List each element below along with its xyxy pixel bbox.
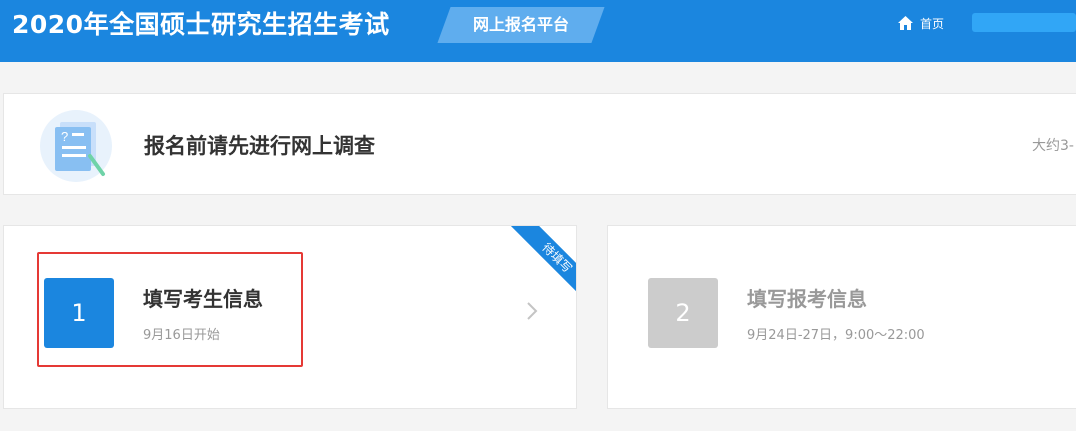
survey-title: 报名前请先进行网上调查 [144, 134, 375, 158]
highlight-annotation-box [37, 252, 303, 367]
step-title: 填写报考信息 [747, 287, 867, 311]
step-card-fill-candidate-info[interactable]: 1 填写考生信息 9月16日开始 待填写 [3, 225, 577, 409]
home-icon [898, 16, 913, 30]
top-header: 2020年全国硕士研究生招生考试 网上报名平台 首页 [0, 0, 1076, 62]
status-ribbon: 待填写 [496, 226, 576, 306]
survey-card[interactable]: ? 报名前请先进行网上调查 大约3- [3, 93, 1076, 195]
survey-duration-note: 大约3- [1032, 138, 1074, 154]
platform-tag-label: 网上报名平台 [472, 15, 569, 34]
site-title: 2020年全国硕士研究生招生考试 [12, 10, 390, 39]
user-account-redacted[interactable] [972, 13, 1076, 32]
svg-text:?: ? [61, 129, 68, 144]
home-link-label: 首页 [920, 16, 945, 31]
step-date: 9月24日-27日，9:00～22:00 [747, 328, 925, 343]
step-card-fill-application-info[interactable]: 2 填写报考信息 9月24日-27日，9:00～22:00 [607, 225, 1076, 409]
platform-tag: 网上报名平台 [437, 7, 605, 43]
step-number-badge: 2 [648, 278, 718, 348]
status-ribbon-label: 待填写 [511, 226, 576, 304]
survey-document-icon: ? [40, 110, 112, 182]
home-link[interactable]: 首页 [897, 14, 944, 32]
